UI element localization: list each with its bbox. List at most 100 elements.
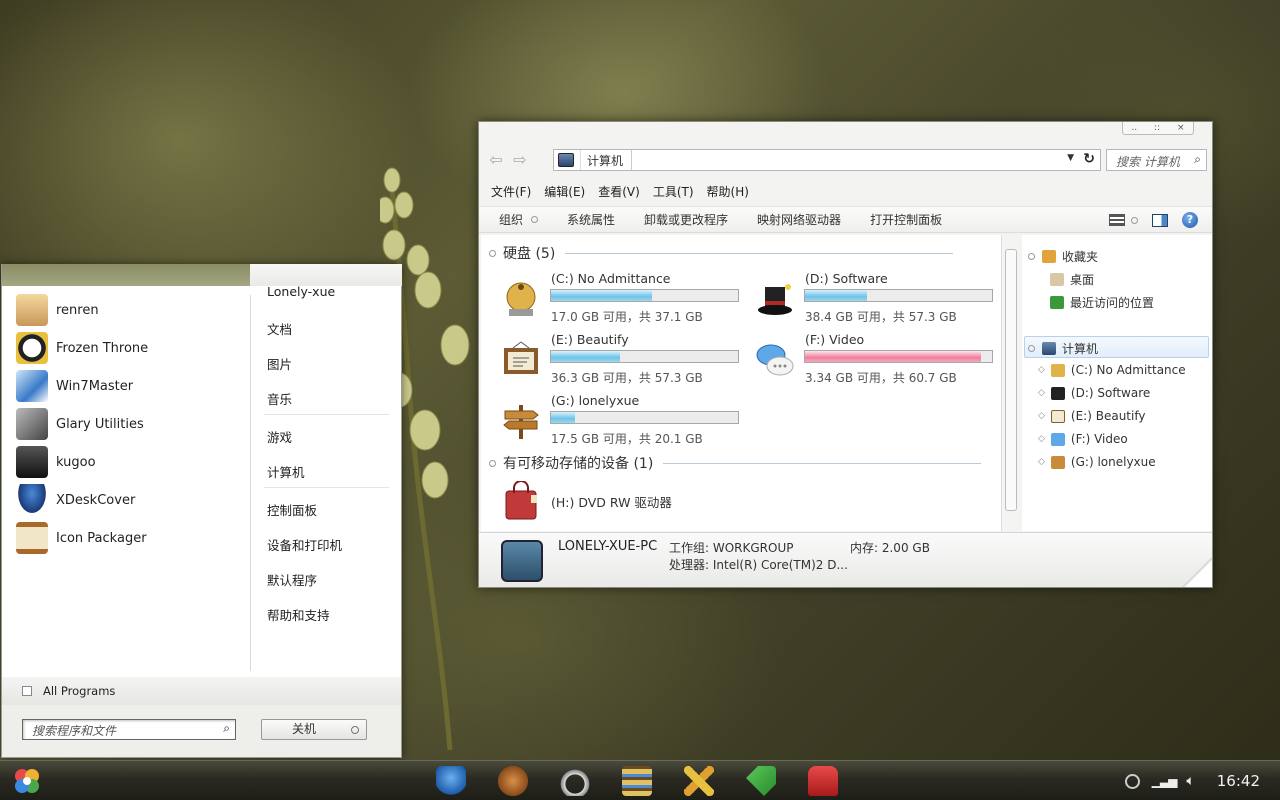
nav-desktop[interactable]: 桌面 [1050, 271, 1094, 288]
menu-help[interactable]: 帮助(H) [707, 183, 749, 200]
pencil-ruler-icon[interactable] [684, 766, 714, 796]
menu-edit[interactable]: 编辑(E) [544, 183, 585, 200]
nav-drive-g[interactable]: ◇ (G:) lonelyxue [1038, 455, 1156, 469]
nav-desktop-label: 桌面 [1070, 273, 1095, 287]
preview-pane-icon[interactable] [1152, 213, 1168, 227]
clock[interactable]: 16:42 [1217, 772, 1260, 790]
free-space-text: 3.34 GB 可用，共 60.7 GB [805, 371, 957, 385]
group-hard-disks[interactable]: 硬盘 (5) [489, 243, 954, 263]
organize-label: 组织 [499, 213, 524, 227]
command-bar: 组织 系统属性 卸载或更改程序 映射网络驱动器 打开控制面板 ? [479, 206, 1212, 233]
volume-icon[interactable]: 🔈︎ [1186, 773, 1194, 789]
drive-d[interactable]: (D:) Software 38.4 GB 可用，共 57.3 GB [755, 271, 995, 327]
navigation-bar: ⇦ ⇨ 计算机 ▼ ↻ 搜索 计算机 ⌕ [479, 144, 1212, 176]
program-kugoo[interactable]: kugoo [16, 445, 96, 479]
dvd-drive-name: (H:) DVD RW 驱动器 [551, 495, 672, 510]
menu-tools[interactable]: 工具(T) [653, 183, 694, 200]
sofa-icon[interactable] [808, 766, 838, 796]
envelope-icon [16, 294, 48, 326]
nav-recent-places[interactable]: 最近访问的位置 [1050, 294, 1154, 311]
search-input[interactable]: 搜索 计算机 ⌕ [1106, 149, 1207, 171]
shutdown-label: 关机 [291, 722, 316, 736]
nav-drive-e[interactable]: ◇ (E:) Beautify [1038, 409, 1145, 423]
close-button[interactable]: × [1177, 123, 1185, 133]
all-programs-button[interactable]: All Programs [2, 677, 401, 705]
nav-computer[interactable]: 计算机 [1028, 340, 1098, 357]
action-center-icon[interactable] [1124, 773, 1140, 789]
scrollbar-thumb[interactable] [1005, 249, 1017, 511]
breadcrumb-computer[interactable]: 计算机 [580, 150, 633, 170]
place-computer[interactable]: 计算机 [267, 462, 305, 481]
network-signal-icon[interactable]: ▁▃▅ [1152, 774, 1178, 788]
back-arrow-icon[interactable]: ⇦ [485, 150, 507, 170]
expand-diamond-icon: ◇ [1038, 388, 1045, 398]
organize-button[interactable]: 组织 [499, 211, 539, 228]
tag-icon[interactable] [746, 766, 776, 796]
vertical-scrollbar[interactable] [1001, 235, 1020, 531]
view-options-icon[interactable] [1109, 214, 1125, 226]
signpost-icon [1050, 455, 1065, 469]
nav-drive-f[interactable]: ◇ (F:) Video [1038, 432, 1128, 446]
drive-e[interactable]: (E:) Beautify 36.3 GB 可用，共 57.3 GB [501, 332, 741, 388]
drive-list-pane: 硬盘 (5) (C:) No Admittance 17.0 GB 可用，共 3… [481, 235, 1001, 531]
place-games[interactable]: 游戏 [267, 427, 292, 446]
help-icon[interactable]: ? [1182, 212, 1198, 228]
uninstall-program-button[interactable]: 卸载或更改程序 [644, 211, 728, 228]
place-music[interactable]: 音乐 [267, 389, 292, 408]
open-control-panel-button[interactable]: 打开控制面板 [870, 211, 942, 228]
menu-view[interactable]: 查看(V) [598, 183, 640, 200]
start-orb-pinwheel-icon[interactable] [12, 766, 42, 796]
start-menu-divider [250, 295, 251, 671]
forward-arrow-icon[interactable]: ⇨ [509, 150, 531, 170]
minimize-button[interactable]: .. [1131, 123, 1137, 133]
group-removable-storage[interactable]: 有可移动存储的设备 (1) [489, 453, 982, 473]
refresh-icon[interactable]: ↻ [1083, 151, 1095, 167]
start-search-input[interactable]: 搜索程序和文件 ⌕ [22, 719, 236, 740]
place-control-panel[interactable]: 控制面板 [267, 500, 317, 519]
program-icon-packager[interactable]: Icon Packager [16, 521, 147, 555]
group-divider [565, 252, 954, 254]
picture-frame-icon [1050, 409, 1065, 423]
program-label: Icon Packager [56, 530, 147, 546]
drive-f[interactable]: (F:) Video 3.34 GB 可用，共 60.7 GB [755, 332, 995, 388]
place-help-support[interactable]: 帮助和支持 [267, 605, 330, 624]
program-frozen-throne[interactable]: Frozen Throne [16, 331, 148, 365]
place-user[interactable]: Lonely-xue [267, 284, 335, 299]
menu-bar: 文件(F) 编辑(E) 查看(V) 工具(T) 帮助(H) [479, 179, 1212, 203]
view-dropdown-icon[interactable] [1131, 216, 1138, 224]
map-network-drive-button[interactable]: 映射网络驱动器 [757, 211, 841, 228]
menu-file[interactable]: 文件(F) [491, 183, 531, 200]
bird-icon[interactable] [436, 766, 466, 796]
shutdown-button[interactable]: 关机 [261, 719, 367, 740]
free-space-text: 17.0 GB 可用，共 37.1 GB [551, 310, 703, 324]
program-xdeskcover[interactable]: XDeskCover [16, 483, 135, 517]
usage-bar-fill [551, 412, 576, 423]
computer-icon [558, 153, 574, 167]
place-documents[interactable]: 文档 [267, 319, 292, 338]
chevron-down-icon[interactable]: ▼ [1067, 153, 1074, 163]
address-bar[interactable]: 计算机 ▼ ↻ [553, 149, 1101, 171]
nav-drive-d[interactable]: ◇ (D:) Software [1038, 386, 1150, 400]
program-glary-utilities[interactable]: Glary Utilities [16, 407, 144, 441]
program-renren[interactable]: renren [16, 293, 99, 327]
program-win7master[interactable]: Win7Master [16, 369, 133, 403]
place-pictures[interactable]: 图片 [267, 354, 292, 373]
maximize-button[interactable]: :: [1154, 123, 1160, 133]
drive-h-dvd[interactable]: (H:) DVD RW 驱动器 [501, 481, 741, 525]
search-icon[interactable]: ⌕ [1194, 152, 1201, 167]
usage-bar-fill [551, 351, 621, 362]
search-icon[interactable]: ⌕ [223, 721, 230, 736]
teddy-bear-icon[interactable] [498, 766, 528, 796]
program-label: kugoo [56, 454, 96, 470]
headphones-icon[interactable] [560, 766, 590, 796]
shutdown-options-icon[interactable] [351, 726, 359, 734]
drive-g[interactable]: (G:) lonelyxue 17.5 GB 可用，共 20.1 GB [501, 393, 741, 449]
system-properties-button[interactable]: 系统属性 [567, 211, 615, 228]
place-default-programs[interactable]: 默认程序 [267, 570, 317, 589]
nav-drive-c[interactable]: ◇ (C:) No Admittance [1038, 363, 1186, 377]
bookshelf-icon[interactable] [622, 766, 652, 796]
place-devices-printers[interactable]: 设备和打印机 [267, 535, 342, 554]
resize-grip[interactable] [1182, 558, 1212, 587]
drive-c[interactable]: (C:) No Admittance 17.0 GB 可用，共 37.1 GB [501, 271, 741, 327]
nav-favorites[interactable]: 收藏夹 [1028, 248, 1098, 265]
